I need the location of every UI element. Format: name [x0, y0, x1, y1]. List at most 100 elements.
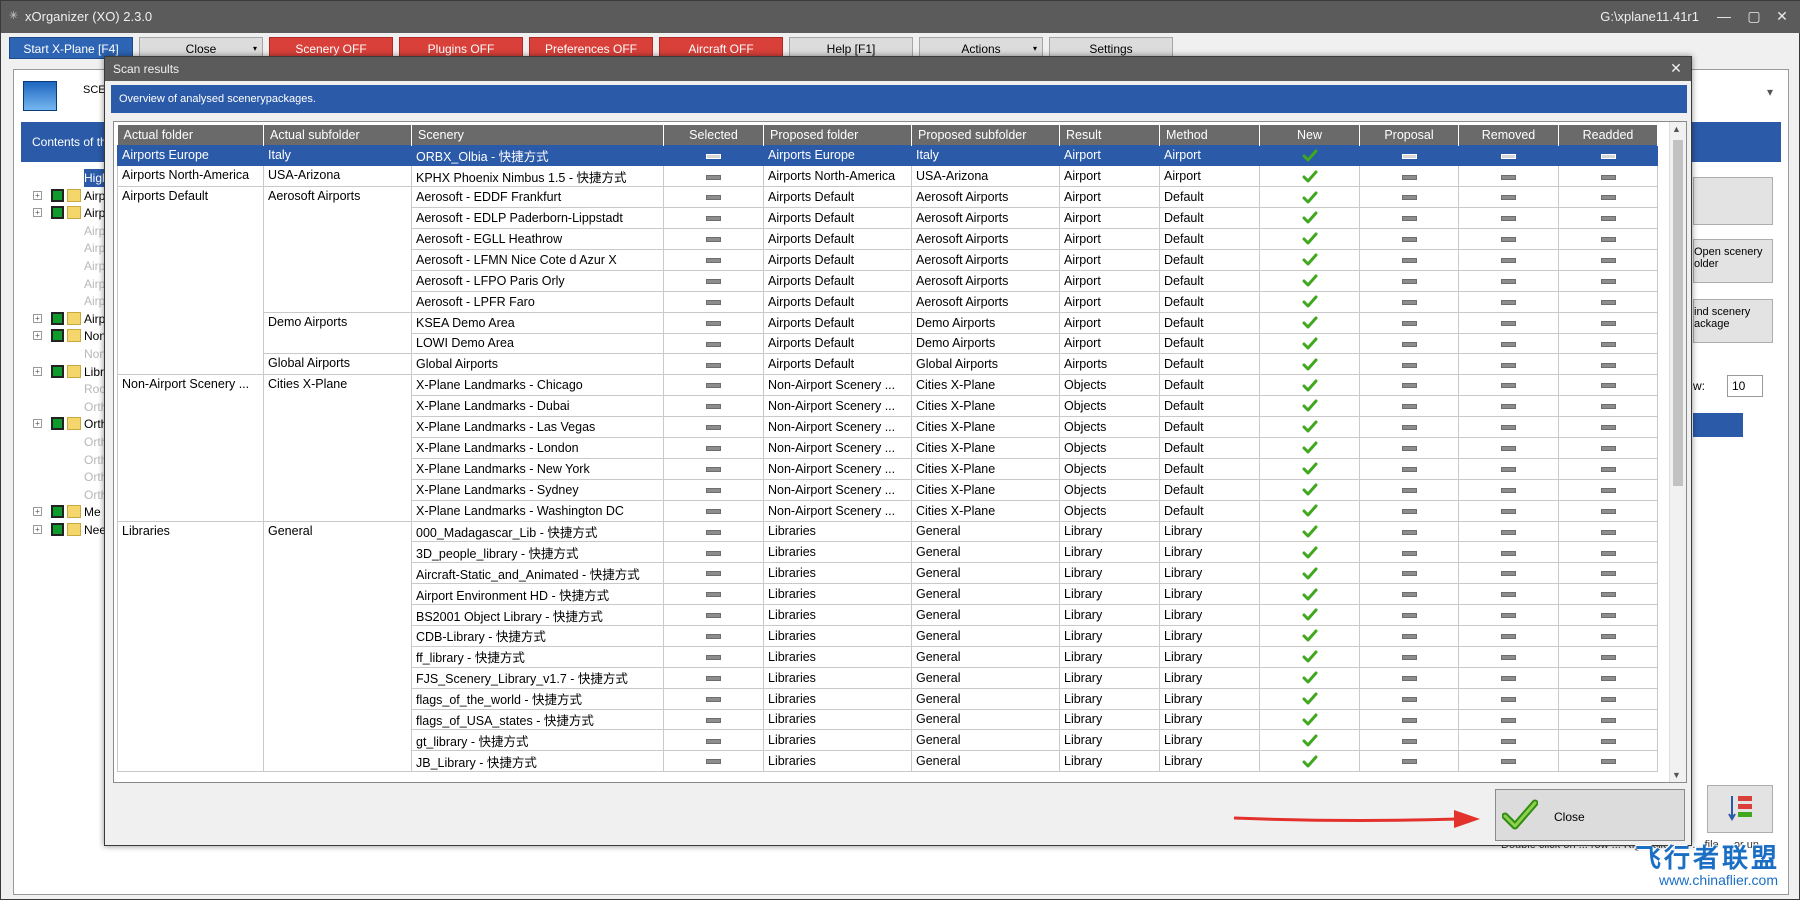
tree-item[interactable]: + Airp	[27, 310, 107, 328]
cell-scenery: ff_library - 快捷方式	[411, 645, 664, 668]
enabled-checkbox[interactable]	[51, 188, 64, 202]
tree-item[interactable]: Orth	[27, 398, 107, 416]
column-header-9[interactable]: Proposal	[1359, 125, 1459, 145]
grid-vertical-scrollbar[interactable]: ▲ ▼	[1669, 122, 1686, 782]
table-row[interactable]: Non-Airport Scenery ... Cities X-Plane X-P…	[117, 374, 1658, 522]
cell-p_folder: Airports Europe	[763, 144, 912, 167]
cell-new	[1259, 353, 1360, 376]
expand-icon[interactable]: +	[33, 507, 42, 517]
open-scenery-folder-button[interactable]: Open scenery older	[1693, 239, 1773, 283]
column-header-2[interactable]: Scenery	[411, 125, 664, 145]
tree-item[interactable]: Airp	[27, 292, 107, 310]
watermark-title: 飞行者联盟	[1634, 843, 1780, 873]
table-row[interactable]: Global Airports Global Airports Airports D…	[118, 353, 1658, 376]
tree-item[interactable]: Airp	[27, 222, 107, 240]
window-close-button[interactable]: ✕	[1769, 5, 1795, 27]
enabled-checkbox[interactable]	[51, 523, 64, 536]
column-header-0[interactable]: Actual folder	[117, 125, 264, 145]
table-header-row: Actual folder Actual subfolder Scenery Sele…	[117, 125, 1658, 145]
minimize-button[interactable]: —	[1711, 5, 1737, 27]
column-header-11[interactable]: Readded	[1558, 125, 1658, 145]
dash-icon	[1600, 320, 1616, 326]
cell-proposal	[1359, 604, 1459, 626]
table-row[interactable]: Airports North-America USA-Arizona KPHX Ph…	[117, 165, 1658, 188]
tree-item[interactable]: + Non	[27, 327, 107, 345]
find-scenery-package-button[interactable]: ind scenery ackage	[1693, 299, 1773, 343]
column-header-7[interactable]: Method	[1159, 125, 1260, 145]
tree-item[interactable]: Non	[27, 345, 107, 363]
tree-item[interactable]: + Me	[27, 503, 107, 521]
enabled-checkbox[interactable]	[51, 417, 64, 431]
tree-item[interactable]: + Nee	[27, 521, 107, 539]
dash-icon	[1600, 529, 1616, 535]
green-check-icon	[1302, 379, 1317, 392]
dash-icon	[706, 446, 721, 452]
maximize-button[interactable]: ▢	[1741, 5, 1767, 27]
tree-item[interactable]: Roo	[27, 380, 107, 398]
expand-icon[interactable]: +	[33, 331, 42, 341]
cell-method: Library	[1159, 541, 1260, 564]
dash-icon	[1501, 675, 1516, 681]
enabled-checkbox[interactable]	[51, 505, 64, 519]
tree-item[interactable]: Orth	[27, 486, 107, 504]
scroll-thumb[interactable]	[1673, 140, 1683, 486]
enabled-checkbox[interactable]	[51, 364, 64, 378]
tree-item[interactable]: + Airp	[27, 204, 107, 222]
dash-icon	[1501, 487, 1516, 493]
cell-method: Library	[1159, 604, 1260, 626]
expand-icon[interactable]: +	[33, 525, 42, 534]
enabled-checkbox[interactable]	[51, 311, 64, 325]
enabled-checkbox[interactable]	[51, 206, 64, 220]
cell-removed	[1458, 583, 1559, 606]
column-header-3[interactable]: Selected	[663, 125, 764, 145]
cell-removed	[1458, 332, 1559, 355]
scroll-down-icon[interactable]: ▼	[1672, 770, 1681, 780]
show-count-spinner[interactable]: 10	[1727, 375, 1763, 397]
side-button[interactable]	[1693, 177, 1773, 225]
export-button[interactable]	[1707, 785, 1773, 833]
expand-icon[interactable]: +	[33, 366, 42, 376]
enabled-checkbox[interactable]	[51, 329, 64, 343]
tree-item[interactable]: + Orth	[27, 415, 107, 433]
cell-readded	[1558, 729, 1658, 752]
expand-icon[interactable]: +	[33, 190, 42, 200]
table-row[interactable]: Airports Europe Italy ORBX_Olbia - 快捷方式 Air…	[117, 144, 1658, 167]
green-check-icon	[1302, 337, 1317, 350]
tree-item[interactable]: Orth	[27, 451, 107, 469]
column-header-6[interactable]: Result	[1059, 125, 1160, 145]
tree-item[interactable]: Airp	[27, 275, 107, 293]
dialog-close-icon[interactable]: ✕	[1667, 59, 1685, 77]
dash-icon	[1401, 404, 1417, 410]
scroll-up-icon[interactable]: ▲	[1672, 124, 1681, 134]
checkmark-icon	[1502, 799, 1538, 830]
tree-item[interactable]: Orth	[27, 433, 107, 451]
cell-removed	[1458, 478, 1559, 501]
cell-selected	[663, 416, 764, 438]
close-button[interactable]: Close	[1495, 789, 1685, 841]
tree-item[interactable]: Airp	[27, 239, 107, 257]
tree-item[interactable]: + Airp	[27, 187, 107, 205]
table-row[interactable]: Libraries General 000_Madagascar_Lib - 快捷方…	[117, 520, 1658, 773]
tree-item[interactable]: Orth	[27, 468, 107, 486]
column-header-4[interactable]: Proposed folder	[763, 125, 912, 145]
column-header-8[interactable]: New	[1259, 125, 1360, 145]
cell-selected	[663, 687, 764, 710]
column-header-1[interactable]: Actual subfolder	[263, 125, 412, 145]
cell-result: Airport	[1059, 165, 1160, 188]
cell-selected	[663, 478, 764, 501]
column-header-10[interactable]: Removed	[1458, 125, 1559, 145]
table-row[interactable]: Airports Default Aerosoft Airports Aerosof…	[117, 186, 1658, 376]
tree-item[interactable]: High	[27, 169, 114, 187]
column-header-5[interactable]: Proposed subfolder	[911, 125, 1060, 145]
expand-icon[interactable]: +	[33, 208, 42, 218]
expand-icon[interactable]: +	[33, 419, 42, 429]
cell-p_folder: Non-Airport Scenery ...	[763, 478, 912, 501]
panel-menu-icon[interactable]: ▾	[1767, 85, 1773, 99]
expand-icon[interactable]: +	[33, 313, 42, 323]
table-row[interactable]: Demo Airports KSEA Demo Area Airports Defa…	[118, 311, 1658, 355]
green-check-icon	[1302, 567, 1317, 580]
tree-item[interactable]: + Libr	[27, 363, 107, 381]
tree-item[interactable]: Airp	[27, 257, 107, 275]
cell-selected	[663, 457, 764, 480]
cell-removed	[1458, 311, 1559, 334]
